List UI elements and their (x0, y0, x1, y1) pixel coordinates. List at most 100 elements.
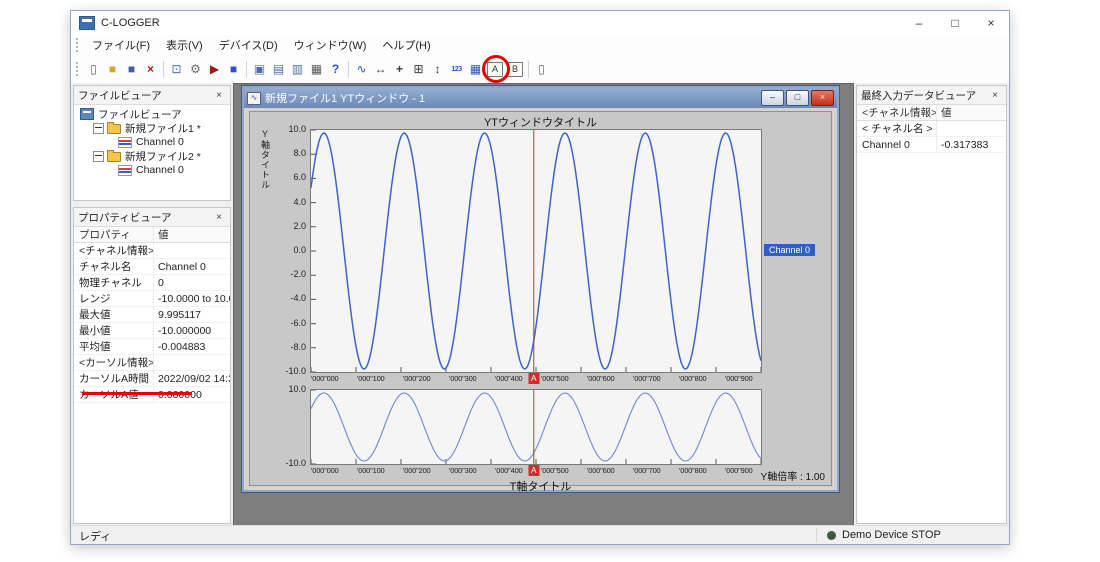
grid-icon[interactable]: ▦ (466, 60, 485, 79)
table-header-cell: 値 (154, 227, 230, 242)
digital-values-icon[interactable]: 123 (447, 60, 466, 79)
table-cell-value: -0.004883 (154, 339, 230, 354)
tree-file2[interactable]: 新規ファイル2 * (74, 149, 230, 163)
minimize-button[interactable]: – (901, 11, 937, 35)
open-file-icon[interactable]: ■ (103, 60, 122, 79)
data-row[interactable]: < チャネル名 > (857, 121, 1006, 137)
property-row[interactable]: レンジ-10.0000 to 10.0... (74, 291, 230, 307)
x-tick-label: '000"500 (540, 374, 569, 383)
x-tick-label: '000"600 (586, 466, 615, 475)
zoom-box-icon[interactable]: ⊞ (409, 60, 428, 79)
tree-root[interactable]: ファイルビューア (74, 107, 230, 121)
table-cell-value (154, 243, 230, 258)
menu-help[interactable]: ヘルプ(H) (374, 37, 438, 53)
app-window: C-LOGGER – □ × ファイル(F)表示(V)デバイス(D)ウィンドウ(… (70, 10, 1010, 545)
file-viewer-header[interactable]: ファイルビューア × (74, 86, 230, 105)
menu-file[interactable]: ファイル(F) (84, 37, 158, 53)
property-row[interactable]: カーソルA値0.000000 (74, 387, 230, 403)
overview-plot-waveform (311, 390, 761, 464)
titlebar[interactable]: C-LOGGER – □ × (71, 11, 1009, 35)
property-viewer-header[interactable]: プロパティビューア × (74, 208, 230, 227)
yt-window-icon[interactable]: ∿ (352, 60, 371, 79)
help-icon[interactable]: ? (326, 60, 345, 79)
cascade-windows-icon[interactable]: ▣ (250, 60, 269, 79)
tree-file1-channel0[interactable]: Channel 0 (74, 135, 230, 149)
tree-file2-channel0[interactable]: Channel 0 (74, 163, 230, 177)
print-icon[interactable]: ▦ (307, 60, 326, 79)
channel-legend-tag[interactable]: Channel 0 (764, 244, 815, 256)
file-viewer-close-icon[interactable]: × (212, 90, 226, 101)
device-setting-icon[interactable]: ⚙ (186, 60, 205, 79)
x-tick-label: '000"800 (678, 374, 707, 383)
x-tick-label: '000"300 (448, 374, 477, 383)
cursor-b-icon[interactable]: B (507, 62, 523, 77)
table-cell-label: カーソルA値 (74, 387, 154, 402)
workspace: ファイルビューア × ファイルビューア新規ファイル1 *Channel 0新規フ… (71, 83, 1009, 526)
table-cell-label: <チャネル情報> (74, 243, 154, 258)
last-data-viewer-header[interactable]: 最終入力データビューア × (857, 86, 1006, 105)
property-row[interactable]: 最大値9.995117 (74, 307, 230, 323)
new-file-icon[interactable]: ▯ (84, 60, 103, 79)
yt-minimize-button[interactable]: – (761, 90, 784, 106)
property-row[interactable]: 最小値-10.000000 (74, 323, 230, 339)
device-connect-icon[interactable]: ⊡ (167, 60, 186, 79)
folder-icon (107, 152, 121, 162)
menu-device[interactable]: デバイス(D) (211, 37, 286, 53)
property-table: プロパティ値<チャネル情報>チャネル名Channel 0物理チャネル0レンジ-1… (74, 227, 230, 403)
property-row[interactable]: <カーソル情報> (74, 355, 230, 371)
yt-window-title: 新規ファイル1 YTウィンドウ - 1 (265, 90, 425, 106)
save-file-icon[interactable]: ■ (122, 60, 141, 79)
maximize-button[interactable]: □ (937, 11, 973, 35)
file-viewer-panel: ファイルビューア × ファイルビューア新規ファイル1 *Channel 0新規フ… (73, 85, 231, 201)
x-tick-label: '000"000 (310, 374, 339, 383)
main-plot-waveform (311, 130, 761, 372)
table-cell-label: Channel 0 (857, 137, 937, 152)
expander-icon[interactable] (93, 151, 104, 162)
close-button[interactable]: × (973, 11, 1009, 35)
property-row[interactable]: 平均値-0.004883 (74, 339, 230, 355)
tile-horizontal-icon[interactable]: ▤ (269, 60, 288, 79)
fit-vertical-icon[interactable]: ↕ (428, 60, 447, 79)
start-record-icon[interactable]: ▶ (205, 60, 224, 79)
toolbar-grip[interactable] (76, 62, 78, 76)
y-tick-label: 8.0 (293, 148, 306, 158)
last-data-viewer-panel: 最終入力データビューア × <チャネル情報>値< チャネル名 >Channel … (856, 85, 1007, 524)
cursor-a-marker-overview[interactable]: A (528, 465, 539, 476)
main-plot[interactable]: A (310, 129, 762, 373)
yt-window-titlebar[interactable]: 新規ファイル1 YTウィンドウ - 1 – □ × (244, 88, 837, 108)
tree-label: 新規ファイル2 * (125, 149, 201, 164)
property-row[interactable]: 物理チャネル0 (74, 275, 230, 291)
last-data-viewer-close-icon[interactable]: × (988, 90, 1002, 101)
menu-window[interactable]: ウィンドウ(W) (286, 37, 375, 53)
cursor-a-marker-main[interactable]: A (528, 373, 539, 384)
pan-icon[interactable]: + (390, 60, 409, 79)
yt-window-icon (247, 92, 261, 105)
delete-icon[interactable]: × (141, 60, 160, 79)
yt-maximize-button[interactable]: □ (786, 90, 809, 106)
menu-view[interactable]: 表示(V) (158, 37, 211, 53)
stop-record-icon[interactable]: ■ (224, 60, 243, 79)
y-tick-label: -6.0 (290, 318, 306, 328)
property-row[interactable]: カーソルA時間2022/09/02 14:3... (74, 371, 230, 387)
fit-horizontal-icon[interactable]: ↔ (371, 60, 390, 79)
toolbar-separator (528, 61, 529, 78)
tile-vertical-icon[interactable]: ▥ (288, 60, 307, 79)
cursor-a-icon[interactable]: A (487, 62, 503, 77)
table-cell-label: 最大値 (74, 307, 154, 322)
expander-icon[interactable] (93, 123, 104, 134)
y-scale-label: Y軸倍率 : 1.00 (761, 468, 825, 483)
data-view-icon[interactable]: ▯ (532, 60, 551, 79)
property-viewer-close-icon[interactable]: × (212, 212, 226, 223)
menubar-grip[interactable] (76, 38, 78, 52)
overview-plot[interactable]: A (310, 389, 762, 465)
table-cell-label: <カーソル情報> (74, 355, 154, 370)
table-cell-value: Channel 0 (154, 259, 230, 274)
property-row[interactable]: チャネル名Channel 0 (74, 259, 230, 275)
x-tick-label: '000"200 (402, 374, 431, 383)
table-header-cell: プロパティ (74, 227, 154, 242)
table-header: プロパティ値 (74, 227, 230, 243)
tree-file1[interactable]: 新規ファイル1 * (74, 121, 230, 135)
data-row[interactable]: Channel 0-0.317383 (857, 137, 1006, 153)
yt-close-button[interactable]: × (811, 90, 834, 106)
property-row[interactable]: <チャネル情報> (74, 243, 230, 259)
